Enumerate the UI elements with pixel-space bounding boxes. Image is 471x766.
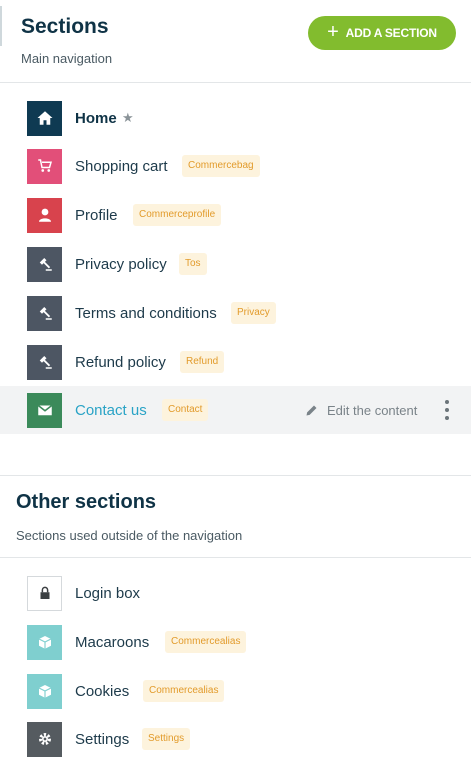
- lock-icon: [27, 575, 62, 611]
- other-item-cookies[interactable]: Cookies Commercealias: [0, 667, 471, 715]
- nav-item-label: Terms and conditions: [75, 304, 217, 322]
- nav-item-privacy-policy[interactable]: Privacy policy Tos: [0, 240, 471, 288]
- page-title: Sections: [21, 15, 109, 38]
- gavel-icon: [27, 344, 62, 380]
- other-item-label: Cookies: [75, 682, 130, 700]
- user-icon: [27, 197, 62, 233]
- other-sections-subtitle: Sections used outside of the navigation: [16, 528, 243, 543]
- nav-item-home[interactable]: Home ★: [0, 94, 471, 142]
- other-item-label: Settings: [75, 730, 130, 748]
- box-icon: [27, 624, 62, 660]
- nav-item-shopping-cart[interactable]: Shopping cart Commercebag: [0, 142, 471, 190]
- nav-item-label: Refund policy: [75, 353, 166, 371]
- other-item-label: Login box: [75, 584, 141, 602]
- gavel-icon: [27, 295, 62, 331]
- edit-content-button[interactable]: Edit the content: [304, 403, 417, 418]
- section-tag: Contact: [162, 399, 209, 421]
- section-tag: Commercebag: [182, 155, 260, 177]
- nav-item-label: Shopping cart: [75, 157, 168, 175]
- section-tag: Commercealias: [143, 680, 225, 702]
- nav-item-label: Contact us: [75, 401, 147, 419]
- add-section-button[interactable]: + ADD A SECTION: [308, 16, 456, 50]
- more-options-icon[interactable]: [441, 400, 453, 420]
- section-divider: [0, 557, 471, 558]
- section-divider: [0, 475, 471, 476]
- nav-item-profile[interactable]: Profile Commerceprofile: [0, 191, 471, 239]
- nav-item-label: Home: [75, 109, 117, 127]
- other-item-settings[interactable]: Settings Settings: [0, 715, 471, 763]
- nav-item-refund-policy[interactable]: Refund policy Refund: [0, 338, 471, 386]
- gavel-icon: [27, 246, 62, 282]
- edit-content-label: Edit the content: [327, 402, 418, 418]
- section-tag: Tos: [179, 253, 207, 275]
- home-icon: [27, 100, 62, 136]
- add-section-label: ADD A SECTION: [345, 26, 437, 40]
- cart-icon: [27, 148, 62, 184]
- box-icon: [27, 673, 62, 709]
- section-tag: Commercealias: [165, 631, 247, 653]
- other-item-macaroons[interactable]: Macaroons Commercealias: [0, 618, 471, 666]
- other-item-login-box[interactable]: Login box: [0, 569, 471, 617]
- section-tag: Privacy: [231, 302, 276, 324]
- other-sections-title: Other sections: [16, 491, 157, 513]
- section-tag: Refund: [180, 351, 225, 373]
- nav-item-label: Profile: [75, 206, 118, 224]
- star-icon: ★: [122, 110, 134, 125]
- nav-item-label: Privacy policy: [75, 255, 167, 273]
- page-subtitle: Main navigation: [21, 51, 113, 66]
- nav-item-contact-us[interactable]: Contact us Contact Edit the content: [0, 386, 471, 434]
- other-item-label: Macaroons: [75, 633, 150, 651]
- sections-header: Sections Main navigation + ADD A SECTION: [0, 0, 471, 83]
- plus-icon: +: [327, 21, 339, 43]
- pencil-icon: [306, 405, 317, 415]
- nav-item-terms-and-conditions[interactable]: Terms and conditions Privacy: [0, 289, 471, 337]
- envelope-icon: [27, 392, 62, 428]
- section-tag: Settings: [142, 728, 191, 750]
- gear-icon: [27, 721, 62, 757]
- section-tag: Commerceprofile: [133, 204, 222, 226]
